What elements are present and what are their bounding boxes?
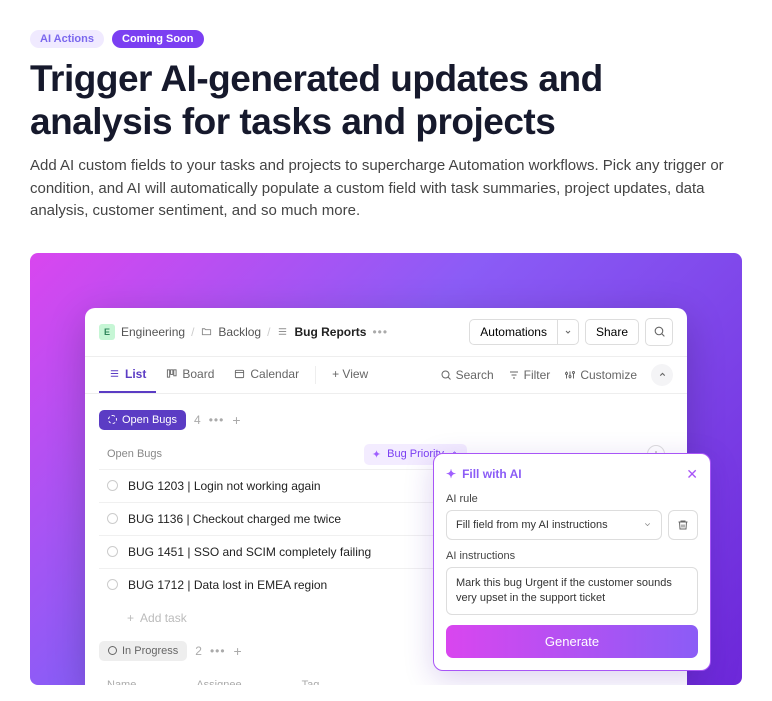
group-add-button[interactable]: + bbox=[232, 412, 240, 428]
breadcrumb-separator: / bbox=[267, 325, 270, 339]
popover-title: ✦ Fill with AI bbox=[446, 467, 522, 481]
search-label: Search bbox=[456, 368, 494, 382]
share-button[interactable]: Share bbox=[585, 319, 639, 345]
page-description: Add AI custom fields to your tasks and p… bbox=[30, 155, 730, 223]
breadcrumb: E Engineering / Backlog / Bug Reports ••… bbox=[99, 324, 388, 340]
column-name-header: Open Bugs bbox=[107, 448, 162, 460]
status-chip-open[interactable]: Open Bugs bbox=[99, 410, 186, 430]
search-button[interactable] bbox=[645, 318, 673, 346]
group-more-icon[interactable]: ••• bbox=[209, 413, 225, 427]
automations-button[interactable]: Automations bbox=[469, 319, 557, 345]
trash-icon bbox=[677, 519, 689, 531]
chevron-down-icon bbox=[643, 520, 652, 529]
fill-with-ai-popover: ✦ Fill with AI ✕ AI rule Fill field from… bbox=[433, 453, 711, 672]
view-divider bbox=[315, 366, 316, 384]
ai-actions-badge: AI Actions bbox=[30, 30, 104, 48]
task-count: 2 bbox=[195, 644, 202, 658]
filter-action[interactable]: Filter bbox=[508, 368, 551, 382]
breadcrumb-more-icon[interactable]: ••• bbox=[372, 325, 388, 339]
column-assignee: Assignee bbox=[196, 679, 241, 685]
customize-action[interactable]: Customize bbox=[564, 368, 637, 382]
breadcrumb-separator: / bbox=[191, 325, 194, 339]
status-circle-icon bbox=[108, 415, 117, 424]
task-title: BUG 1712 | Data lost in EMEA region bbox=[128, 578, 327, 592]
ai-rule-value: Fill field from my AI instructions bbox=[456, 519, 608, 531]
sparkle-icon: ✦ bbox=[446, 467, 456, 481]
status-label: Open Bugs bbox=[122, 414, 177, 426]
top-actions: Automations Share bbox=[469, 318, 673, 346]
task-status-icon[interactable] bbox=[107, 480, 118, 491]
workspace-avatar[interactable]: E bbox=[99, 324, 115, 340]
filter-label: Filter bbox=[524, 368, 551, 382]
task-title: BUG 1451 | SSO and SCIM completely faili… bbox=[128, 545, 371, 559]
generate-button[interactable]: Generate bbox=[446, 625, 698, 658]
ai-rule-label: AI rule bbox=[446, 493, 698, 505]
topbar: E Engineering / Backlog / Bug Reports ••… bbox=[85, 308, 687, 356]
ai-instructions-label: AI instructions bbox=[446, 550, 698, 562]
view-tab-label: Calendar bbox=[250, 367, 299, 381]
column-name: Name bbox=[107, 679, 136, 685]
ai-rule-select[interactable]: Fill field from my AI instructions bbox=[446, 510, 662, 540]
screenshot-frame: E Engineering / Backlog / Bug Reports ••… bbox=[30, 253, 742, 685]
task-status-icon[interactable] bbox=[107, 579, 118, 590]
customize-label: Customize bbox=[580, 368, 637, 382]
view-tab-list[interactable]: List bbox=[99, 357, 156, 393]
task-count: 4 bbox=[194, 413, 201, 427]
task-status-icon[interactable] bbox=[107, 513, 118, 524]
delete-rule-button[interactable] bbox=[668, 510, 698, 540]
sparkle-icon: ✦ bbox=[372, 448, 381, 461]
add-view-button[interactable]: + View bbox=[322, 357, 378, 393]
group-header-open: Open Bugs 4 ••• + bbox=[99, 410, 673, 430]
add-task-label: Add task bbox=[140, 611, 187, 625]
group-more-icon[interactable]: ••• bbox=[210, 644, 226, 658]
page-title: Trigger AI-generated updates and analysi… bbox=[30, 58, 742, 143]
breadcrumb-folder[interactable]: Backlog bbox=[218, 325, 261, 339]
popover-title-label: Fill with AI bbox=[462, 467, 522, 481]
viewbar: List Board Calendar + View Searc bbox=[85, 356, 687, 394]
view-tab-calendar[interactable]: Calendar bbox=[224, 357, 309, 393]
group-add-button[interactable]: + bbox=[234, 643, 242, 659]
automations-dropdown-button[interactable] bbox=[557, 319, 579, 345]
breadcrumb-workspace[interactable]: Engineering bbox=[121, 325, 185, 339]
status-label: In Progress bbox=[122, 645, 178, 657]
breadcrumb-list[interactable]: Bug Reports bbox=[294, 325, 366, 339]
list-icon bbox=[276, 326, 288, 338]
task-title: BUG 1136 | Checkout charged me twice bbox=[128, 512, 341, 526]
table-header-progress: Name Assignee Tag bbox=[99, 671, 673, 685]
folder-icon bbox=[200, 326, 212, 338]
ai-instructions-input[interactable]: Mark this bug Urgent if the customer sou… bbox=[446, 567, 698, 616]
add-view-label: + View bbox=[332, 367, 368, 381]
column-tag: Tag bbox=[302, 679, 320, 685]
view-tab-label: Board bbox=[182, 367, 214, 381]
app-window: E Engineering / Backlog / Bug Reports ••… bbox=[85, 308, 687, 685]
task-status-icon[interactable] bbox=[107, 546, 118, 557]
status-circle-icon bbox=[108, 646, 117, 655]
status-chip-progress[interactable]: In Progress bbox=[99, 641, 187, 661]
search-action[interactable]: Search bbox=[440, 368, 494, 382]
close-button[interactable]: ✕ bbox=[686, 466, 698, 483]
coming-soon-badge: Coming Soon bbox=[112, 30, 204, 48]
view-tab-board[interactable]: Board bbox=[156, 357, 224, 393]
view-tab-label: List bbox=[125, 367, 146, 381]
collapse-button[interactable] bbox=[651, 364, 673, 386]
plus-icon: + bbox=[127, 611, 134, 625]
task-title: BUG 1203 | Login not working again bbox=[128, 479, 321, 493]
